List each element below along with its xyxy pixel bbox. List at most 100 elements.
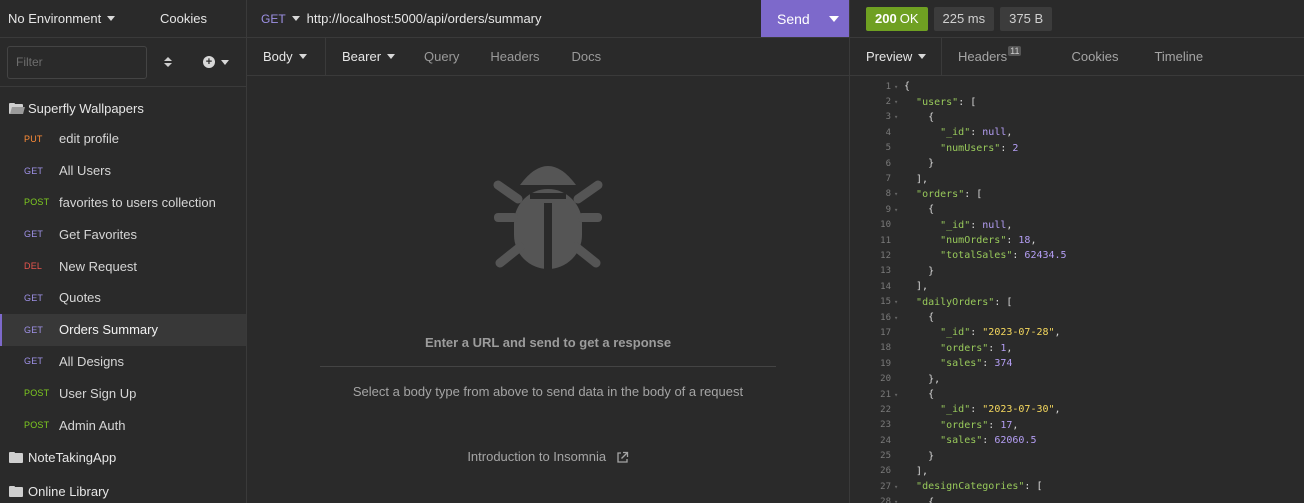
line-number: 4: [885, 127, 891, 138]
code-line: 17 "_id": "2023-07-28",: [850, 325, 1304, 340]
fold-toggle-icon[interactable]: ▾: [891, 391, 901, 399]
sidebar-request-item[interactable]: GET Quotes: [0, 282, 246, 314]
line-number: 22: [880, 404, 891, 415]
folder-label: Superfly Wallpapers: [28, 100, 144, 116]
chevron-down-icon: [387, 54, 396, 59]
intro-link[interactable]: Introduction to Insomnia: [247, 449, 849, 464]
tab-preview[interactable]: Preview: [850, 37, 942, 76]
fold-toggle-icon[interactable]: ▾: [891, 98, 901, 106]
code-line: 9 ▾ {: [850, 202, 1304, 217]
fold-toggle-icon[interactable]: ▾: [891, 190, 901, 198]
code-line: 28 ▾ {: [850, 495, 1304, 503]
code-line: 18 "orders": 1,: [850, 341, 1304, 356]
code-text: "dailyOrders": [: [916, 296, 1013, 308]
fold-toggle-icon[interactable]: ▾: [891, 314, 901, 322]
response-panel: 200 OK 225 ms 375 B Preview Headers 11 C…: [849, 0, 1304, 503]
fold-toggle-icon[interactable]: ▾: [891, 83, 901, 91]
sidebar-request-item[interactable]: DEL New Request: [0, 250, 246, 282]
sidebar-request-item[interactable]: PUT edit profile: [0, 123, 246, 155]
line-number: 19: [880, 358, 891, 369]
environment-selector[interactable]: No Environment: [0, 11, 150, 26]
response-tabs: Preview Headers 11 Cookies Timeline: [850, 37, 1304, 76]
line-number: 1: [885, 81, 891, 92]
code-text: "numUsers": 2: [940, 142, 1019, 154]
line-number: 18: [880, 343, 891, 354]
sidebar-request-item[interactable]: GET All Designs: [0, 346, 246, 378]
fold-toggle-icon[interactable]: ▾: [891, 113, 901, 121]
method-badge: POST: [24, 388, 50, 399]
tab-timeline[interactable]: Timeline: [1154, 49, 1203, 64]
code-text: "_id": "2023-07-30",: [940, 404, 1061, 416]
request-name: All Users: [59, 163, 112, 179]
code-line: 1 ▾{: [850, 79, 1304, 94]
chevron-down-icon: [298, 54, 307, 59]
request-name: Get Favorites: [59, 226, 138, 242]
method-label: GET: [261, 11, 286, 26]
sidebar-request-item[interactable]: POST User Sign Up: [0, 377, 246, 409]
tab-query[interactable]: Query: [424, 49, 459, 64]
add-request-button[interactable]: +: [203, 56, 229, 68]
sidebar-request-item[interactable]: GET Orders Summary: [0, 313, 246, 346]
intro-link-label: Introduction to Insomnia: [467, 449, 607, 464]
environment-label: No Environment: [8, 11, 102, 26]
request-tabs: Body Bearer Query Headers Docs: [247, 37, 849, 76]
sidebar-request-item[interactable]: GET Get Favorites: [0, 218, 246, 250]
chevron-down-icon[interactable]: [829, 16, 839, 22]
code-text: "totalSales": 62434.5: [940, 250, 1067, 262]
code-text: {: [904, 496, 935, 503]
line-number: 5: [885, 143, 891, 154]
folder-notetakingapp[interactable]: NoteTakingApp: [0, 443, 246, 473]
send-button[interactable]: Send: [761, 0, 849, 37]
sidebar-header: No Environment Cookies: [0, 0, 246, 38]
sidebar-request-item[interactable]: POST Admin Auth: [0, 409, 246, 441]
fold-toggle-icon[interactable]: ▾: [891, 298, 901, 306]
send-label: Send: [777, 10, 810, 27]
url-input[interactable]: http://localhost:5000/api/orders/summary: [307, 11, 542, 26]
response-body-viewer[interactable]: 1 ▾{2 ▾ "users": [3 ▾ {4 "_id": null, 5 "num…: [850, 79, 1304, 503]
code-text: "orders": 1,: [940, 342, 1013, 354]
code-text: {: [904, 204, 935, 216]
code-line: 3 ▾ {: [850, 110, 1304, 125]
code-text: {: [904, 312, 935, 324]
folder-superfly-wallpapers[interactable]: Superfly Wallpapers: [0, 93, 246, 123]
fold-toggle-icon[interactable]: ▾: [891, 483, 901, 491]
filter-input[interactable]: [7, 45, 147, 79]
tab-preview-label: Preview: [866, 49, 913, 64]
line-number: 10: [880, 220, 891, 231]
code-line: 6 }: [850, 156, 1304, 171]
fold-toggle-icon[interactable]: ▾: [891, 206, 901, 214]
sidebar: No Environment Cookies + Superfly Wallpa…: [0, 0, 247, 503]
code-line: 24 "sales": 62060.5: [850, 433, 1304, 448]
tab-response-headers[interactable]: Headers 11: [958, 45, 1022, 64]
tab-docs[interactable]: Docs: [572, 49, 602, 64]
code-line: 10 "_id": null,: [850, 218, 1304, 233]
code-text: "_id": "2023-07-28",: [940, 327, 1061, 339]
code-text: },: [904, 373, 941, 385]
code-text: "_id": null,: [940, 127, 1013, 139]
folder-online-library[interactable]: Online Library: [0, 477, 246, 503]
code-line: 2 ▾ "users": [: [850, 94, 1304, 109]
tab-body[interactable]: Body: [247, 37, 326, 76]
status-code: 200: [875, 11, 897, 26]
sidebar-request-item[interactable]: POST favorites to users collection: [0, 187, 246, 219]
method-selector[interactable]: GET: [261, 12, 300, 26]
url-bar: GET http://localhost:5000/api/orders/sum…: [247, 0, 849, 38]
sidebar-request-item[interactable]: GET All Users: [0, 155, 246, 187]
cookies-button[interactable]: Cookies: [150, 11, 207, 26]
request-name: Orders Summary: [59, 322, 158, 338]
code-text: "numOrders": 18,: [940, 235, 1037, 247]
code-line: 21 ▾ {: [850, 387, 1304, 402]
code-text: }: [904, 450, 935, 462]
tab-headers[interactable]: Headers: [490, 49, 539, 64]
fold-toggle-icon[interactable]: ▾: [891, 498, 901, 503]
tab-response-cookies[interactable]: Cookies: [1061, 49, 1118, 64]
code-text: "designCategories": [: [916, 481, 1043, 493]
request-panel: GET http://localhost:5000/api/orders/sum…: [247, 0, 849, 503]
code-text: ],: [904, 173, 929, 185]
status-text: OK: [899, 11, 919, 26]
method-badge: PUT: [24, 133, 43, 144]
folder-label: NoteTakingApp: [28, 450, 117, 466]
code-text: {: [904, 389, 935, 400]
tab-auth[interactable]: Bearer: [326, 49, 410, 64]
sort-icon[interactable]: [163, 57, 173, 67]
